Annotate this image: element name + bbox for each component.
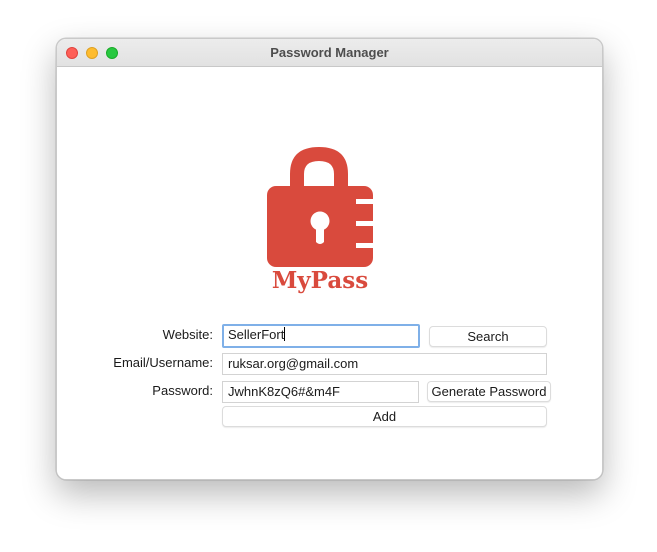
password-input[interactable]: JwhnK8zQ6#&m4F — [222, 381, 419, 403]
title-bar[interactable]: Password Manager — [57, 39, 602, 67]
logo-text: MyPass — [272, 267, 368, 294]
app-window: Password Manager MyPass Website: SellerF… — [56, 38, 603, 480]
mypass-logo-icon: MyPass — [267, 147, 374, 294]
website-input[interactable]: SellerFort — [222, 324, 420, 348]
window-title: Password Manager — [270, 45, 389, 60]
search-button[interactable]: Search — [429, 326, 547, 347]
password-label: Password: — [152, 383, 213, 398]
email-label: Email/Username: — [113, 355, 213, 370]
website-input-value: SellerFort — [228, 327, 285, 342]
website-label: Website: — [162, 327, 213, 342]
add-button[interactable]: Add — [222, 406, 547, 427]
main-content: MyPass Website: SellerFort Search Email/… — [57, 67, 602, 479]
email-input[interactable]: ruksar.org@gmail.com — [222, 353, 547, 375]
text-caret — [284, 327, 286, 341]
generate-password-button[interactable]: Generate Password — [427, 381, 551, 402]
